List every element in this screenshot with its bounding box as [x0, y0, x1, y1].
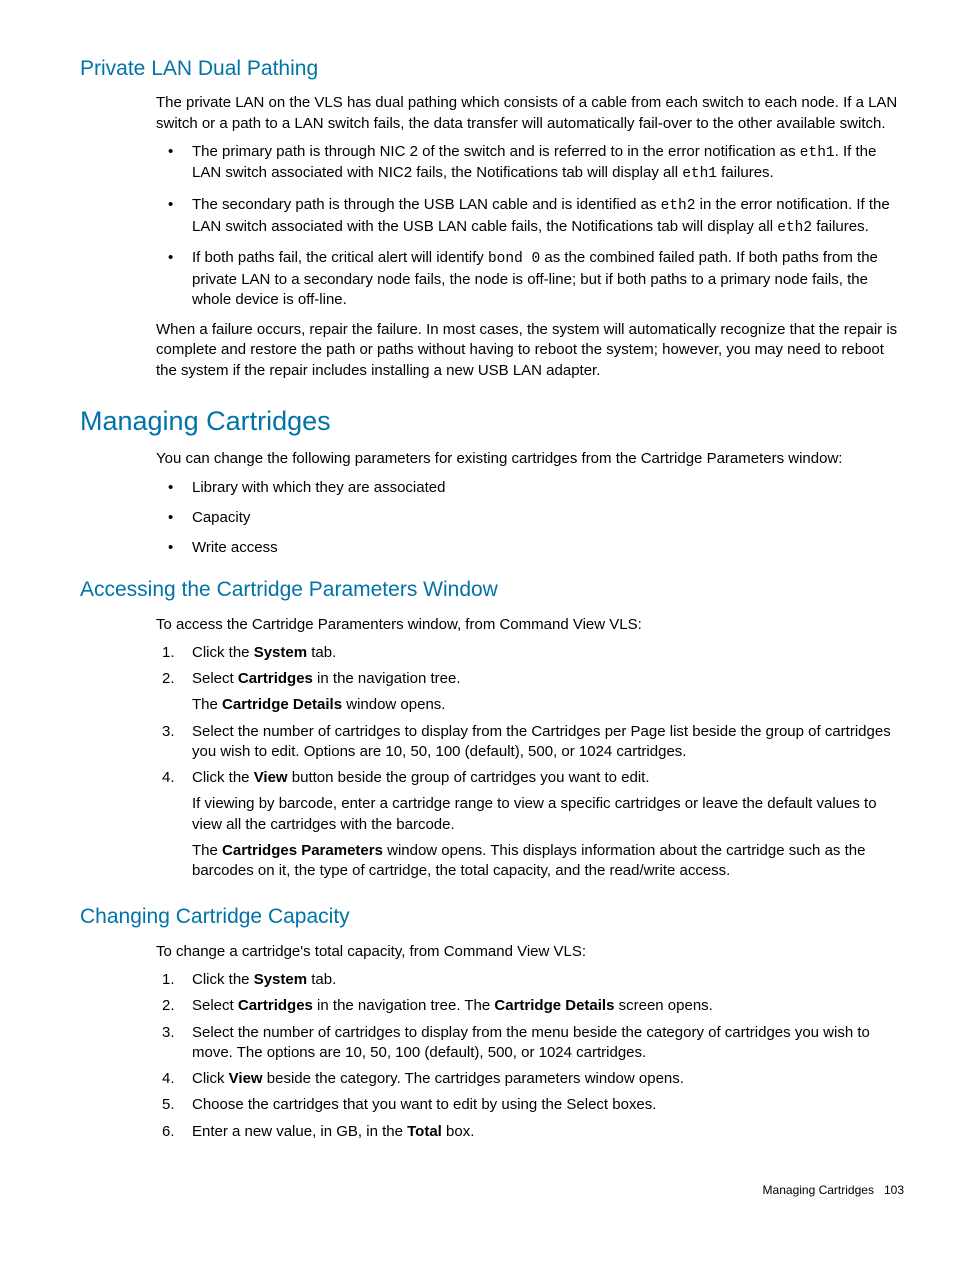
text: Select [192, 670, 238, 687]
text: screen opens. [614, 997, 712, 1014]
code: eth1 [682, 166, 717, 182]
text: Enter a new value, in GB, in the [192, 1123, 407, 1140]
text: Click the [192, 971, 254, 988]
text: button beside the group of cartridges yo… [288, 769, 650, 786]
numbered-list: Click the System tab. Select Cartridges … [156, 643, 904, 882]
list-item: Select the number of cartridges to displ… [156, 1023, 904, 1064]
code: eth2 [777, 220, 812, 236]
bullet-item: Capacity [156, 508, 904, 528]
list-item: Click the System tab. [156, 970, 904, 990]
text: Select [192, 997, 238, 1014]
code: eth1 [800, 145, 835, 161]
bold: Cartridges [238, 997, 313, 1014]
para: The private LAN on the VLS has dual path… [156, 93, 904, 134]
bold: Total [407, 1123, 442, 1140]
text: failures. [717, 164, 774, 181]
heading-accessing-window: Accessing the Cartridge Parameters Windo… [80, 576, 924, 604]
bold: Cartridge Details [494, 997, 614, 1014]
text: The [192, 696, 222, 713]
footer-label: Managing Cartridges [763, 1183, 874, 1197]
list-item: Choose the cartridges that you want to e… [156, 1095, 904, 1115]
text: The secondary path is through the USB LA… [192, 196, 661, 213]
list-item: Select Cartridges in the navigation tree… [156, 996, 904, 1016]
page-footer: Managing Cartridges 103 [30, 1182, 904, 1198]
bullet-list: Library with which they are associated C… [156, 478, 904, 559]
text: box. [442, 1123, 475, 1140]
bullet-item: The secondary path is through the USB LA… [156, 195, 904, 238]
code: bond 0 [488, 251, 540, 267]
bullet-list: The primary path is through NIC 2 of the… [156, 142, 904, 310]
text: failures. [812, 218, 869, 235]
text: Click [192, 1070, 229, 1087]
code: eth2 [661, 198, 696, 214]
bullet-item: The primary path is through NIC 2 of the… [156, 142, 904, 185]
text: Click the [192, 644, 254, 661]
para: When a failure occurs, repair the failur… [156, 320, 904, 381]
sub-para: If viewing by barcode, enter a cartridge… [192, 794, 904, 835]
text: beside the category. The cartridges para… [263, 1070, 684, 1087]
bold: System [254, 971, 307, 988]
list-item: Enter a new value, in GB, in the Total b… [156, 1122, 904, 1142]
heading-changing-capacity: Changing Cartridge Capacity [80, 903, 924, 931]
list-item: Select Cartridges in the navigation tree… [156, 669, 904, 716]
bold: Cartridges [238, 670, 313, 687]
bold: View [229, 1070, 263, 1087]
list-item: Click the System tab. [156, 643, 904, 663]
text: The primary path is through NIC 2 of the… [192, 143, 800, 160]
heading-managing-cartridges: Managing Cartridges [80, 403, 924, 439]
bold: Cartridge Details [222, 696, 342, 713]
list-item: Click View beside the category. The cart… [156, 1069, 904, 1089]
bold: View [254, 769, 288, 786]
heading-private-lan: Private LAN Dual Pathing [80, 55, 924, 83]
sub-para: The Cartridges Parameters window opens. … [192, 841, 904, 882]
bullet-item: Write access [156, 538, 904, 558]
list-item: Select the number of cartridges to displ… [156, 722, 904, 763]
para: To change a cartridge's total capacity, … [156, 942, 904, 962]
text: If both paths fail, the critical alert w… [192, 249, 488, 266]
page-number: 103 [884, 1183, 904, 1197]
bullet-item: If both paths fail, the critical alert w… [156, 248, 904, 310]
numbered-list: Click the System tab. Select Cartridges … [156, 970, 904, 1142]
para: To access the Cartridge Paramenters wind… [156, 615, 904, 635]
text: tab. [307, 971, 336, 988]
para: You can change the following parameters … [156, 449, 904, 469]
bullet-item: Library with which they are associated [156, 478, 904, 498]
text: The [192, 842, 222, 859]
list-item: Click the View button beside the group o… [156, 768, 904, 881]
text: window opens. [342, 696, 445, 713]
bold: System [254, 644, 307, 661]
text: tab. [307, 644, 336, 661]
text: Click the [192, 769, 254, 786]
bold: Cartridges Parameters [222, 842, 383, 859]
text: in the navigation tree. The [313, 997, 495, 1014]
sub-para: The Cartridge Details window opens. [192, 695, 904, 715]
text: in the navigation tree. [313, 670, 461, 687]
